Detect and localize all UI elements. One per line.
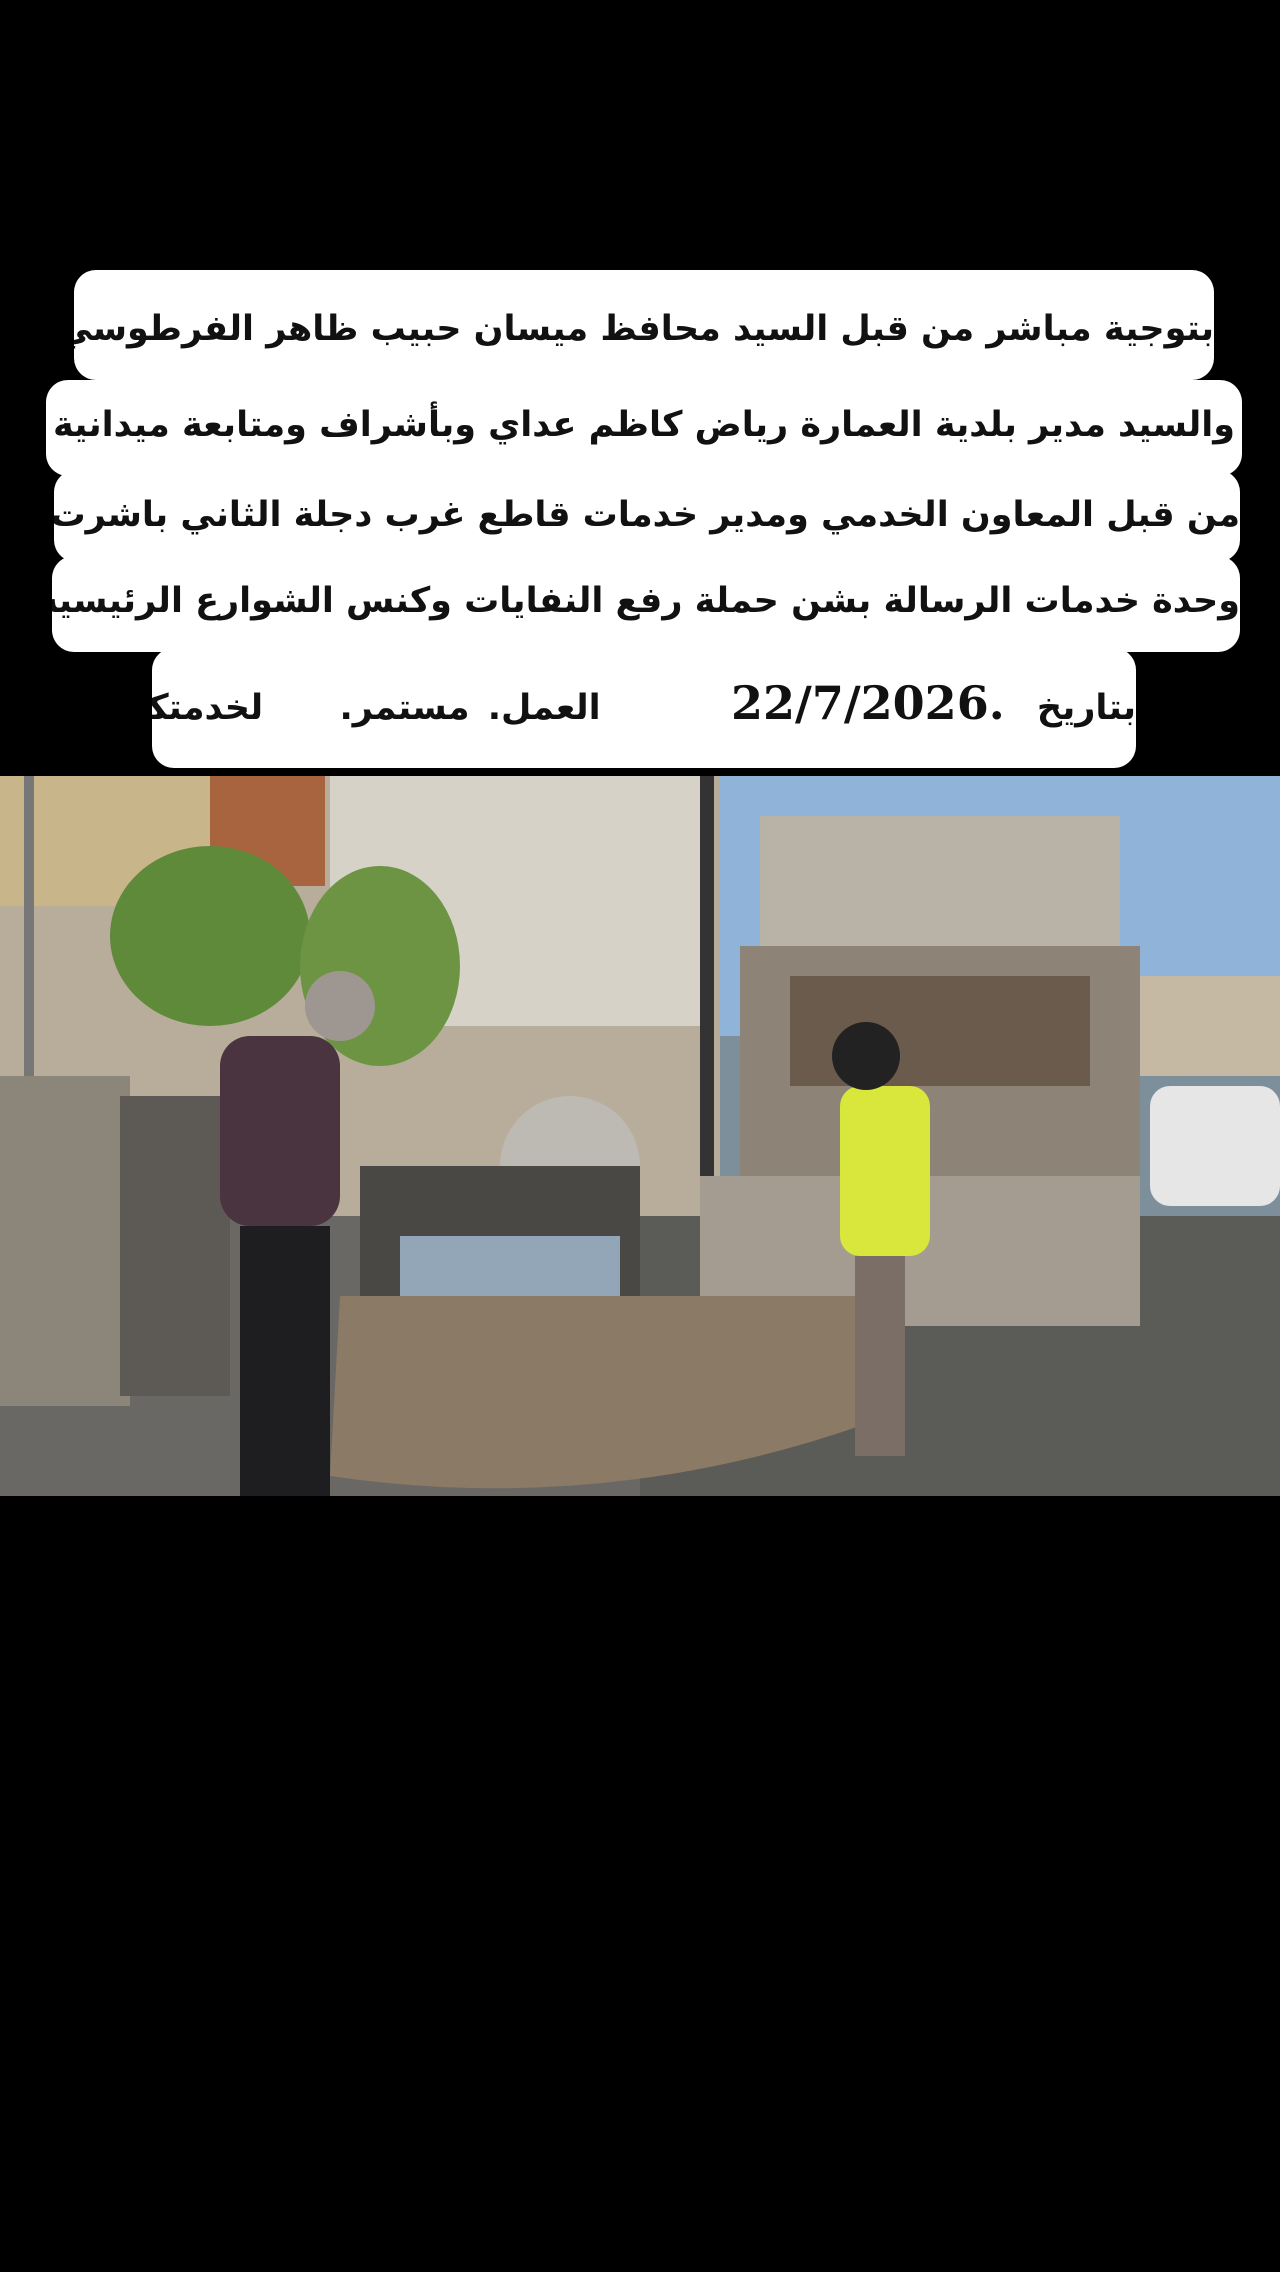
continues-word: مستمر. <box>339 688 470 728</box>
caption-line-5: بتاريخ 22/7/2026. العمل. مستمر. لخدمتكم <box>152 648 1136 768</box>
street-cleaning-photo <box>0 776 1280 1496</box>
caption-line-3: من قبل المعاون الخدمي ومدير خدمات قاطع غ… <box>54 470 1240 562</box>
date-prefix: بتاريخ <box>1036 688 1136 728</box>
caption-line-1: بتوجية مباشر من قبل السيد محافظ ميسان حب… <box>74 270 1214 380</box>
work-word: العمل. <box>487 688 601 728</box>
campaign-date: 22/7/2026. <box>731 676 1005 730</box>
service-word: لخدمتكم <box>152 688 264 728</box>
caption-line-2: والسيد مدير بلدية العمارة رياض كاظم عداي… <box>46 380 1242 476</box>
caption-line-4: وحدة خدمات الرسالة بشن حملة رفع النفايات… <box>52 556 1240 652</box>
